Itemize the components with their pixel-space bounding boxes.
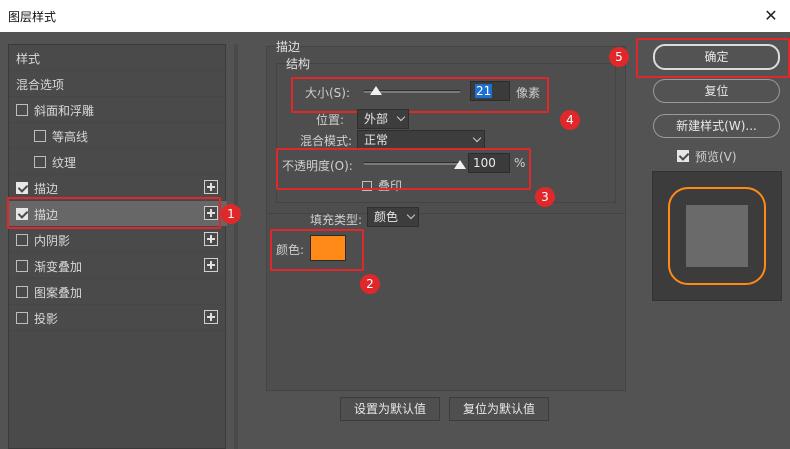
style-list-panel: 样式 混合选项 斜面和浮雕 等高线 纹理 描边 描边 内阴影 渐变叠加 图案叠加 xyxy=(8,44,227,449)
checkbox-pattern-overlay[interactable] xyxy=(16,286,28,298)
chevron-down-icon xyxy=(396,112,406,122)
blend-mode-label: 混合模式: xyxy=(300,134,353,148)
style-item-contour[interactable]: 等高线 xyxy=(9,123,227,149)
checkbox-texture[interactable] xyxy=(34,156,46,168)
checkbox-stroke-1[interactable] xyxy=(16,182,28,194)
checkbox-contour[interactable] xyxy=(34,130,46,142)
highlight-box-4 xyxy=(291,77,549,113)
style-item-label: 投影 xyxy=(34,312,59,326)
chevron-down-icon xyxy=(472,133,482,143)
add-effect-icon[interactable] xyxy=(204,258,218,272)
preview-checkbox[interactable] xyxy=(677,150,689,162)
stroke-title: 描边 xyxy=(276,40,301,54)
style-preview xyxy=(652,171,782,301)
add-effect-icon[interactable] xyxy=(204,232,218,246)
style-item-bevel-emboss[interactable]: 斜面和浮雕 xyxy=(9,97,227,123)
position-dropdown[interactable]: 外部 xyxy=(357,109,409,129)
set-default-button[interactable]: 设置为默认值 xyxy=(340,397,440,421)
fill-type-dropdown[interactable]: 颜色 xyxy=(367,207,419,227)
style-item-texture[interactable]: 纹理 xyxy=(9,149,227,175)
highlight-box-5 xyxy=(636,38,790,78)
style-item-gradient-overlay[interactable]: 渐变叠加 xyxy=(9,253,227,279)
close-icon[interactable]: ✕ xyxy=(760,5,782,27)
checkbox-gradient-overlay[interactable] xyxy=(16,260,28,272)
position-value: 外部 xyxy=(364,112,389,126)
styles-header-label: 样式 xyxy=(16,52,41,66)
style-item-label: 内阴影 xyxy=(34,234,71,248)
blending-options-label: 混合选项 xyxy=(16,78,65,92)
styles-header[interactable]: 样式 xyxy=(9,45,227,71)
highlight-box-2 xyxy=(270,229,364,271)
badge-4: 4 xyxy=(560,110,580,130)
structure-title: 结构 xyxy=(286,57,311,71)
badge-2: 2 xyxy=(360,274,380,294)
new-style-button[interactable]: 新建样式(W)... xyxy=(653,114,780,138)
preview-square xyxy=(686,205,748,267)
style-item-drop-shadow[interactable]: 投影 xyxy=(9,305,227,331)
reset-default-button[interactable]: 复位为默认值 xyxy=(449,397,549,421)
add-effect-icon[interactable] xyxy=(204,180,218,194)
panel-scrollbar[interactable] xyxy=(234,44,238,449)
blending-options-item[interactable]: 混合选项 xyxy=(9,71,227,97)
blend-mode-value: 正常 xyxy=(364,133,389,147)
style-item-label: 纹理 xyxy=(52,156,77,170)
blend-mode-dropdown[interactable]: 正常 xyxy=(357,130,485,150)
style-item-label: 描边 xyxy=(34,182,59,196)
fill-type-value: 颜色 xyxy=(374,210,399,224)
checkbox-drop-shadow[interactable] xyxy=(16,312,28,324)
highlight-box-1 xyxy=(7,197,221,229)
style-item-pattern-overlay[interactable]: 图案叠加 xyxy=(9,279,227,305)
style-item-inner-shadow[interactable]: 内阴影 xyxy=(9,227,227,253)
highlight-box-3 xyxy=(276,148,531,190)
position-label: 位置: xyxy=(316,113,345,127)
badge-5: 5 xyxy=(609,47,629,67)
title-bar: 图层样式 ✕ xyxy=(0,0,790,32)
checkbox-inner-shadow[interactable] xyxy=(16,234,28,246)
style-item-label: 图案叠加 xyxy=(34,286,83,300)
badge-3: 3 xyxy=(535,187,555,207)
style-item-label: 渐变叠加 xyxy=(34,260,83,274)
style-item-label: 等高线 xyxy=(52,130,89,144)
reset-button[interactable]: 复位 xyxy=(653,79,780,103)
chevron-down-icon xyxy=(406,210,416,220)
style-item-label: 斜面和浮雕 xyxy=(34,104,95,118)
preview-label: 预览(V) xyxy=(695,150,737,164)
checkbox-bevel-emboss[interactable] xyxy=(16,104,28,116)
add-effect-icon[interactable] xyxy=(204,310,218,324)
badge-1: 1 xyxy=(221,204,241,224)
fill-type-label: 填充类型: xyxy=(310,213,363,227)
window-title: 图层样式 xyxy=(8,10,57,24)
